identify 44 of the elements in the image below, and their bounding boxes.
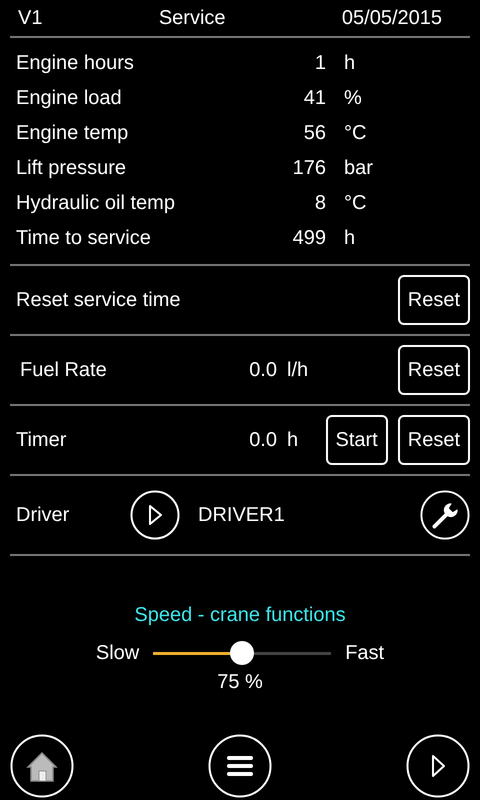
reading-label: Time to service [16, 227, 152, 250]
timer-value: 0.0 [248, 428, 277, 452]
reading-value: 499 [292, 227, 326, 250]
reading-label: Hydraulic oil temp [16, 192, 176, 215]
menu-icon[interactable] [208, 734, 272, 798]
timer-unit: h [287, 428, 300, 452]
reset-service-label: Reset service time [16, 288, 182, 312]
fuel-rate-unit: l/h [287, 358, 310, 382]
reading-label: Engine load [16, 87, 123, 110]
reading-value: 56 [302, 122, 326, 145]
speed-title: Speed - crane functions [134, 604, 346, 627]
reading-unit: h [344, 227, 356, 250]
driver-label: Driver [16, 504, 70, 526]
start-button[interactable]: Start [326, 415, 388, 465]
play-icon[interactable] [406, 734, 470, 798]
fuel-rate-value: 0.0 [248, 358, 277, 382]
reading-unit: bar [344, 157, 373, 180]
reading-unit: °C [344, 122, 366, 145]
slider-thumb[interactable] [230, 641, 254, 665]
reading-value: 176 [292, 157, 326, 180]
reading-unit: °C [344, 192, 366, 215]
reset-button[interactable]: Reset [398, 415, 470, 465]
play-icon[interactable] [130, 490, 180, 540]
version-label: V1 [18, 6, 42, 30]
fast-label: Fast [345, 642, 384, 664]
screen-title: Service [158, 6, 226, 30]
reading-unit: % [344, 87, 362, 110]
driver-name: DRIVER1 [198, 504, 286, 526]
reading-value: 8 [314, 192, 326, 215]
reading-value: 41 [302, 87, 326, 110]
fuel-rate-label: Fuel Rate [20, 358, 108, 382]
date-label: 05/05/2015 [342, 6, 442, 30]
reading-label: Engine hours [16, 52, 135, 75]
reset-button[interactable]: Reset [398, 345, 470, 395]
reading-label: Lift pressure [16, 157, 128, 180]
reset-button[interactable]: Reset [398, 275, 470, 325]
reading-unit: h [344, 52, 356, 75]
slow-label: Slow [96, 642, 140, 664]
wrench-icon[interactable] [420, 490, 470, 540]
speed-reading: 75 % [217, 671, 263, 694]
timer-label: Timer [16, 428, 68, 452]
reading-label: Engine temp [16, 122, 130, 145]
reading-value: 1 [314, 52, 326, 75]
home-icon[interactable] [10, 734, 74, 798]
